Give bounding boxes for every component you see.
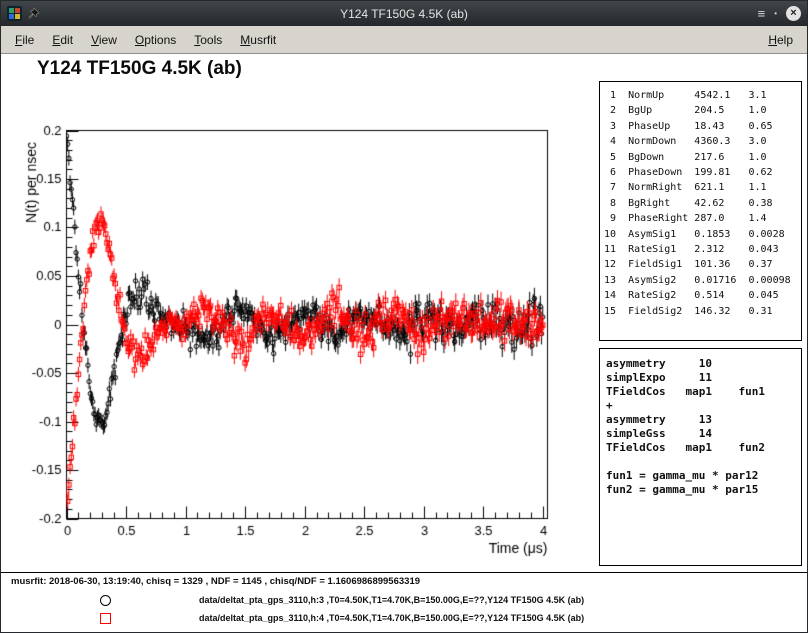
menu-item-edit[interactable]: Edit [43,30,82,50]
menu-bar: FileEditViewOptionsToolsMusrfit Help [1,26,807,54]
menu-item-view[interactable]: View [82,30,126,50]
app-icon [7,6,22,21]
plot-title: Y124 TF150G 4.5K (ab) [37,58,242,80]
pin-icon[interactable] [27,7,40,20]
menu-item-options[interactable]: Options [126,30,185,50]
title-bar[interactable]: Y124 TF150G 4.5K (ab) ≡ • × [1,1,807,26]
menu-item-musrfit[interactable]: Musrfit [231,30,285,50]
legend-row: data/deltat_pta_gps_3110,h:3 ,T0=4.50K,T… [1,591,807,609]
menu-item-help[interactable]: Help [759,30,802,50]
circle-marker-icon [100,595,111,606]
divider-line [1,572,807,573]
close-button[interactable]: × [786,6,801,21]
menu-item-tools[interactable]: Tools [185,30,231,50]
legend-text: data/deltat_pta_gps_3110,h:3 ,T0=4.50K,T… [199,595,584,605]
square-marker-icon [100,613,111,624]
canvas-pane: Y124 TF150G 4.5K (ab) 1 NormUp 4542.1 3.… [1,54,807,633]
theory-box: asymmetry 10 simplExpo 11 TFieldCos map1… [599,348,802,566]
fit-stats: musrfit: 2018-06-30, 13:19:40, chisq = 1… [11,576,420,587]
musrfit-window: Y124 TF150G 4.5K (ab) ≡ • × FileEditView… [0,0,808,633]
maximize-button[interactable]: • [774,7,777,20]
plot-canvas[interactable] [16,106,576,566]
window-menu-icon[interactable]: ≡ [758,7,766,20]
legend-row: data/deltat_pta_gps_3110,h:4 ,T0=4.50K,T… [1,609,807,627]
parameter-table: 1 NormUp 4542.1 3.1 2 BgUp 204.5 1.0 3 P… [599,81,802,341]
legend: data/deltat_pta_gps_3110,h:3 ,T0=4.50K,T… [1,591,807,627]
window-title: Y124 TF150G 4.5K (ab) [1,7,807,21]
menu-item-file[interactable]: File [6,30,43,50]
legend-text: data/deltat_pta_gps_3110,h:4 ,T0=4.50K,T… [199,613,584,623]
